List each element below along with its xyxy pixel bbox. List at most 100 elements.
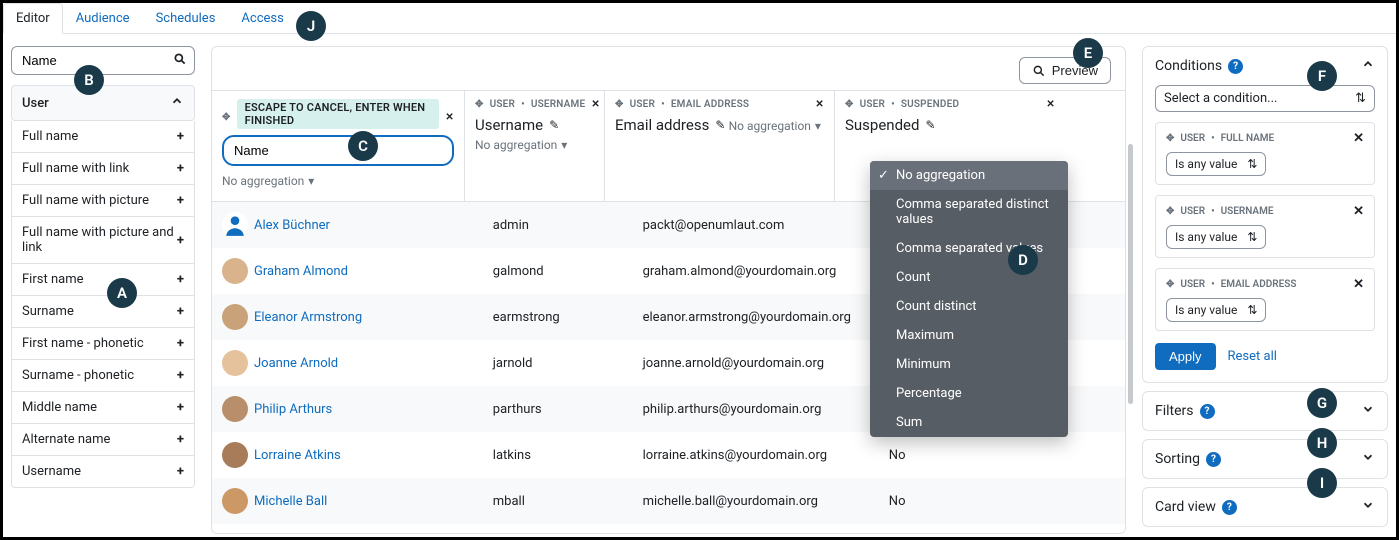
marker-b: B bbox=[74, 65, 104, 95]
accordion-user-header[interactable]: User bbox=[11, 85, 195, 121]
user-link[interactable]: Eleanor Armstrong bbox=[254, 310, 362, 325]
pencil-icon[interactable]: ✎ bbox=[925, 118, 935, 132]
plus-icon[interactable]: + bbox=[177, 161, 184, 176]
plus-icon[interactable]: + bbox=[177, 193, 184, 208]
tab-schedules[interactable]: Schedules bbox=[143, 3, 229, 33]
field-item[interactable]: First name - phonetic+ bbox=[12, 327, 194, 359]
drag-icon[interactable]: ✥ bbox=[1166, 206, 1174, 217]
dropdown-item[interactable]: Count bbox=[870, 263, 1068, 292]
aggregation-dropdown[interactable]: No aggregation Comma separated distinct … bbox=[870, 161, 1068, 437]
plus-icon[interactable]: + bbox=[177, 368, 184, 383]
drag-icon[interactable]: ✥ bbox=[615, 99, 624, 110]
plus-icon[interactable]: + bbox=[177, 272, 184, 287]
cardview-header[interactable]: Card view ? bbox=[1143, 488, 1387, 526]
search-icon[interactable] bbox=[173, 52, 187, 70]
field-item[interactable]: Alternate name+ bbox=[12, 423, 194, 455]
plus-icon[interactable]: + bbox=[177, 432, 184, 447]
user-link[interactable]: Graham Almond bbox=[254, 264, 348, 279]
user-link[interactable]: Joanne Arnold bbox=[254, 356, 338, 371]
sorting-header[interactable]: Sorting ? bbox=[1143, 440, 1387, 478]
column-field: EMAIL ADDRESS bbox=[671, 99, 749, 110]
remove-condition-icon[interactable]: ✕ bbox=[1353, 131, 1364, 146]
help-icon[interactable]: ? bbox=[1206, 452, 1221, 467]
field-item[interactable]: First name+ bbox=[12, 263, 194, 295]
apply-button[interactable]: Apply bbox=[1155, 343, 1216, 370]
drag-icon[interactable]: ✥ bbox=[1166, 133, 1174, 144]
cell-email: graham.almond@yourdomain.org bbox=[633, 248, 879, 294]
tab-editor[interactable]: Editor bbox=[3, 3, 63, 34]
marker-c: C bbox=[348, 131, 378, 161]
field-item[interactable]: Full name with link+ bbox=[12, 152, 194, 184]
user-link[interactable]: Philip Arthurs bbox=[254, 402, 332, 417]
field-item[interactable]: Surname+ bbox=[12, 295, 194, 327]
column-name-input[interactable] bbox=[222, 135, 454, 166]
reset-all-link[interactable]: Reset all bbox=[1228, 349, 1277, 364]
aggregation-selector[interactable]: No aggregation ▾ bbox=[729, 119, 821, 133]
dropdown-item[interactable]: Minimum bbox=[870, 350, 1068, 379]
dropdown-item[interactable]: Comma separated distinct values bbox=[870, 190, 1068, 234]
pencil-icon[interactable]: ✎ bbox=[549, 118, 559, 132]
field-item[interactable]: Full name with picture and link+ bbox=[12, 216, 194, 263]
remove-column-icon[interactable]: ✕ bbox=[1046, 99, 1055, 110]
dropdown-item[interactable]: Comma separated values bbox=[870, 234, 1068, 263]
drag-icon[interactable]: ✥ bbox=[475, 99, 484, 110]
field-item[interactable]: Username+ bbox=[12, 455, 194, 487]
drag-icon[interactable]: ✥ bbox=[222, 112, 231, 123]
scrollbar-thumb[interactable] bbox=[1128, 144, 1133, 404]
dropdown-item[interactable]: Count distinct bbox=[870, 292, 1068, 321]
operator-select[interactable]: Is any value ⇅ bbox=[1166, 152, 1266, 176]
cell-email: eleanor.armstrong@yourdomain.org bbox=[633, 294, 879, 340]
tab-access[interactable]: Access bbox=[228, 3, 296, 33]
field-item[interactable]: Full name + bbox=[12, 121, 194, 152]
table-row: Lorraine Atkins latkins lorraine.atkins@… bbox=[212, 432, 1125, 478]
dropdown-item[interactable]: Percentage bbox=[870, 379, 1068, 408]
field-label: Middle name bbox=[22, 400, 97, 415]
remove-column-icon[interactable]: ✕ bbox=[591, 99, 600, 110]
help-icon[interactable]: ? bbox=[1222, 500, 1237, 515]
plus-icon[interactable]: + bbox=[177, 304, 184, 319]
operator-select[interactable]: Is any value ⇅ bbox=[1166, 298, 1266, 322]
column-field: USERNAME bbox=[531, 99, 586, 110]
dropdown-item[interactable]: Maximum bbox=[870, 321, 1068, 350]
condition-select[interactable]: Select a condition... ⇅ bbox=[1155, 85, 1375, 112]
user-link[interactable]: Alex Büchner bbox=[254, 218, 330, 233]
field-search-input[interactable] bbox=[11, 46, 195, 75]
caret-down-icon: ▾ bbox=[561, 138, 567, 152]
plus-icon[interactable]: + bbox=[177, 400, 184, 415]
aggregation-selector[interactable]: No aggregation ▾ bbox=[475, 138, 567, 152]
dropdown-item[interactable]: Sum bbox=[870, 408, 1068, 437]
plus-icon[interactable]: + bbox=[177, 336, 184, 351]
plus-icon[interactable]: + bbox=[177, 464, 184, 479]
field-item[interactable]: Surname - phonetic + bbox=[12, 359, 194, 391]
drag-icon[interactable]: ✥ bbox=[845, 99, 854, 110]
cond-field: USERNAME bbox=[1221, 206, 1274, 217]
remove-condition-icon[interactable]: ✕ bbox=[1353, 204, 1364, 219]
column-source: USER bbox=[860, 99, 885, 110]
operator-select[interactable]: Is any value ⇅ bbox=[1166, 225, 1266, 249]
help-icon[interactable]: ? bbox=[1200, 404, 1215, 419]
field-label: Full name with picture bbox=[22, 193, 149, 208]
plus-icon[interactable]: + bbox=[177, 233, 184, 248]
pencil-icon[interactable]: ✎ bbox=[715, 118, 725, 132]
user-link[interactable]: Lorraine Atkins bbox=[254, 448, 341, 463]
field-item[interactable]: Full name with picture + bbox=[12, 184, 194, 216]
tab-audience[interactable]: Audience bbox=[63, 3, 143, 33]
remove-column-icon[interactable]: ✕ bbox=[815, 99, 824, 110]
drag-icon[interactable]: ✥ bbox=[1166, 279, 1174, 290]
filters-header[interactable]: Filters ? bbox=[1143, 392, 1387, 430]
user-link[interactable]: Michelle Ball bbox=[254, 494, 327, 509]
field-label: Full name bbox=[22, 129, 78, 144]
field-item[interactable]: Middle name + bbox=[12, 391, 194, 423]
marker-g: G bbox=[1307, 388, 1337, 418]
aggregation-selector[interactable]: No aggregation ▾ bbox=[222, 174, 314, 188]
help-icon[interactable]: ? bbox=[1228, 59, 1243, 74]
panel-title: Filters bbox=[1155, 403, 1194, 419]
conditions-header[interactable]: Conditions ? bbox=[1143, 47, 1387, 85]
remove-condition-icon[interactable]: ✕ bbox=[1353, 277, 1364, 292]
remove-column-icon[interactable]: ✕ bbox=[445, 112, 454, 123]
cell-email: joanne.arnold@yourdomain.org bbox=[633, 340, 879, 386]
field-label: Surname - phonetic bbox=[22, 368, 134, 383]
dropdown-item[interactable]: No aggregation bbox=[870, 161, 1068, 190]
cell-suspended: No bbox=[879, 432, 1125, 478]
plus-icon[interactable]: + bbox=[177, 129, 184, 144]
